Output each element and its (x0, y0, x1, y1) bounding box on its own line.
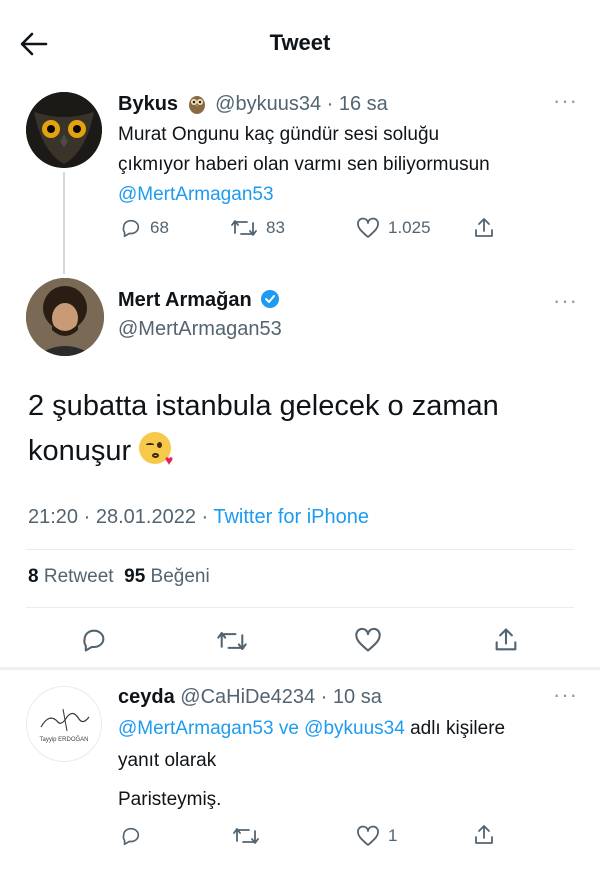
retweet-count: 8 (28, 566, 39, 587)
author-name[interactable]: Mert Armağan (118, 289, 252, 311)
reply-icon (122, 219, 140, 238)
owl-emoji-icon (188, 92, 206, 114)
more-options-icon[interactable]: ··· (553, 90, 578, 112)
share-icon[interactable] (472, 216, 496, 240)
main-tweet-author: Mert Armağan (118, 289, 280, 312)
replying-to-line-2: yanıt olarak (118, 750, 217, 771)
tweet-meta: 21:20 · 28.01.2022 · Twitter for iPhone (28, 506, 369, 529)
avatar-bykus[interactable] (26, 92, 102, 168)
thread-connector (63, 172, 65, 274)
author-name[interactable]: ceyda (118, 686, 175, 708)
heart-icon (357, 217, 379, 238)
tweet-text-line: 2 şubatta istanbula gelecek o zaman (28, 390, 499, 422)
tweet-date: · 28.01.2022 · (83, 506, 209, 528)
section-separator (0, 667, 600, 670)
reply-count: 68 (150, 218, 169, 237)
like-label: Beğeni (150, 566, 210, 587)
like-count: 95 (124, 566, 146, 587)
top-bar: Tweet (0, 0, 600, 88)
like-button[interactable]: 1 (356, 825, 397, 847)
tweet-text-line: Murat Ongunu kaç gündür sesi soluğu (118, 124, 440, 145)
divider (26, 549, 574, 550)
verified-badge-icon (261, 290, 280, 308)
reply-icon[interactable] (120, 825, 142, 847)
reply-tweet-header: ceyda @CaHiDe4234 · 10 sa (118, 686, 382, 709)
retweet-button[interactable]: 83 (230, 217, 285, 239)
owl-avatar-icon (26, 92, 102, 168)
avatar-caption: Tayyip ERDOĞAN (39, 736, 88, 743)
avatar-mert[interactable] (26, 278, 104, 356)
reply-icon[interactable] (80, 626, 108, 654)
retweet-icon[interactable] (232, 825, 260, 847)
heart-icon[interactable] (354, 627, 382, 653)
tweet-text-line: çıkmıyor haberi olan varmı sen biliyormu… (118, 154, 490, 175)
retweet-icon[interactable] (216, 628, 248, 654)
author-handle[interactable]: @bykuus34 (215, 93, 321, 115)
mention-link[interactable]: @bykuus34 (304, 718, 405, 739)
profile-photo-icon (26, 278, 104, 356)
tweet-time: · 10 sa (320, 686, 382, 708)
avatar-ceyda[interactable]: Tayyip ERDOĞAN (26, 686, 102, 762)
tweet-text: konuşur (28, 435, 132, 467)
retweet-count: 83 (266, 218, 285, 237)
author-name[interactable]: Bykus (118, 93, 178, 115)
retweet-icon (231, 220, 257, 236)
parent-tweet-header: Bykus @bykuus34 · 16 sa (118, 92, 388, 116)
tweet-time: · 16 sa (326, 93, 388, 115)
mention-link[interactable]: @MertArmagan53 (118, 184, 274, 206)
retweet-label: Retweet (43, 566, 114, 587)
like-button[interactable]: 1.025 (356, 217, 431, 239)
replying-to-line: @MertArmagan53 ve @bykuus34 adlı kişiler… (118, 718, 505, 740)
likes-link[interactable]: 95 Beğeni (124, 566, 210, 587)
engagement-stats: 8 Retweet 95 Beğeni (28, 566, 210, 588)
mention-connector: ve (278, 718, 299, 739)
tweet-text: Paristeymiş. (118, 789, 222, 810)
page-title: Tweet (269, 30, 331, 55)
divider (26, 607, 574, 608)
retweets-link[interactable]: 8 Retweet (28, 566, 114, 587)
tweet-text-line-2: konuşur ♥ (28, 432, 173, 468)
share-icon[interactable] (472, 823, 496, 847)
heart-icon (357, 825, 379, 846)
replying-to-suffix: adlı kişilere (410, 718, 506, 739)
author-handle[interactable]: @CaHiDe4234 (180, 686, 315, 708)
author-handle[interactable]: @MertArmagan53 (118, 318, 282, 341)
like-count: 1 (388, 826, 398, 845)
mention-link[interactable]: @MertArmagan53 (118, 718, 274, 739)
tweet-time: 21:20 (28, 506, 79, 528)
reply-button[interactable]: 68 (120, 217, 169, 239)
share-icon[interactable] (492, 626, 520, 654)
like-count: 1.025 (388, 218, 431, 237)
tweet-source-link[interactable]: Twitter for iPhone (213, 506, 369, 528)
more-options-icon[interactable]: ··· (553, 290, 578, 312)
kissing-heart-emoji-icon: ♥ (139, 432, 173, 467)
signature-avatar-icon: Tayyip ERDOĞAN (39, 708, 90, 743)
more-options-icon[interactable]: ··· (553, 684, 578, 706)
